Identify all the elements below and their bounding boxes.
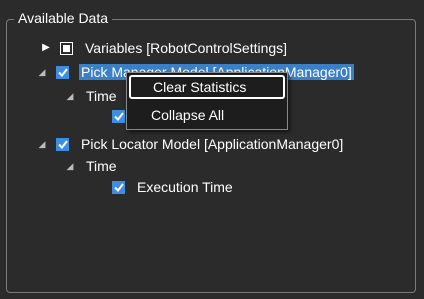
tree-item-label: Pick Locator Model [ApplicationManager0] <box>81 136 344 152</box>
tree-item-label: Time <box>86 158 117 174</box>
expand-arrow-icon[interactable]: ▶ <box>40 42 52 54</box>
groupbox-title: Available Data <box>14 10 113 26</box>
checked-checkbox[interactable] <box>56 137 69 151</box>
tree-item-execution-time[interactable]: Execution Time <box>112 177 235 197</box>
tree-item-variables[interactable]: ▶ Variables [RobotControlSettings] <box>40 38 289 58</box>
checked-checkbox[interactable] <box>112 109 125 123</box>
menu-item-clear-statistics[interactable]: Clear Statistics <box>129 75 285 99</box>
tree-item-pick-locator[interactable]: ◢ Pick Locator Model [ApplicationManager… <box>36 134 345 154</box>
menu-item-collapse-all[interactable]: Collapse All <box>129 103 285 127</box>
tree-item-label: Variables [RobotControlSettings] <box>85 40 288 56</box>
collapse-arrow-icon[interactable]: ◢ <box>36 138 48 150</box>
tree-item-pick-locator-time[interactable]: ◢ Time <box>64 156 119 176</box>
tree-item-label: Time <box>86 88 117 104</box>
checked-checkbox[interactable] <box>112 180 125 194</box>
context-menu: Clear Statistics Collapse All <box>126 72 288 130</box>
collapse-arrow-icon[interactable]: ◢ <box>36 66 48 78</box>
partial-checkbox[interactable] <box>60 41 73 55</box>
tree-item-pick-manager-time[interactable]: ◢ Time <box>64 86 119 106</box>
checked-checkbox[interactable] <box>56 65 69 79</box>
collapse-arrow-icon[interactable]: ◢ <box>64 90 76 102</box>
collapse-arrow-icon[interactable]: ◢ <box>64 160 76 172</box>
tree-item-label: Execution Time <box>137 179 233 195</box>
